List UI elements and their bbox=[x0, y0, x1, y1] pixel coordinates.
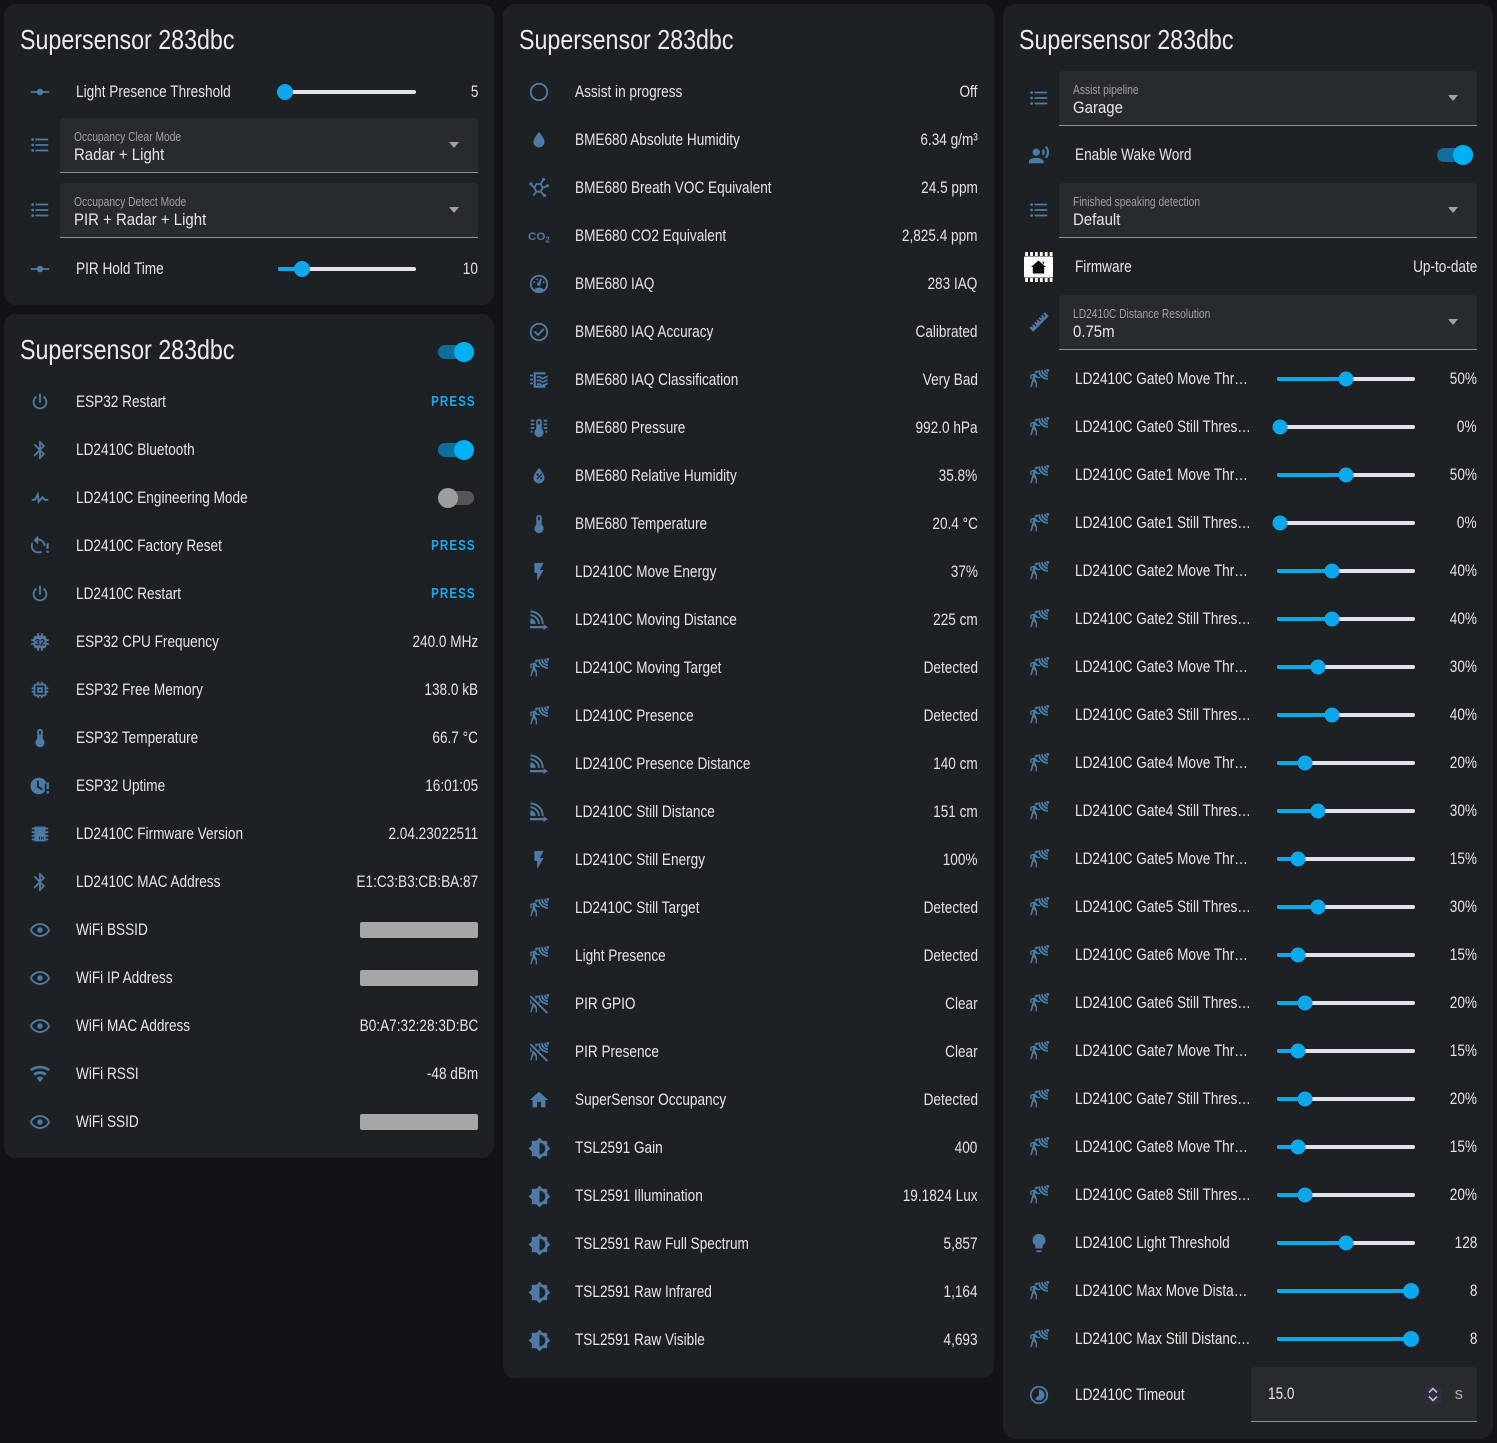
svg-text:CO: CO bbox=[528, 231, 546, 243]
svg-text:32: 32 bbox=[35, 637, 45, 647]
svg-text:2: 2 bbox=[546, 235, 551, 244]
